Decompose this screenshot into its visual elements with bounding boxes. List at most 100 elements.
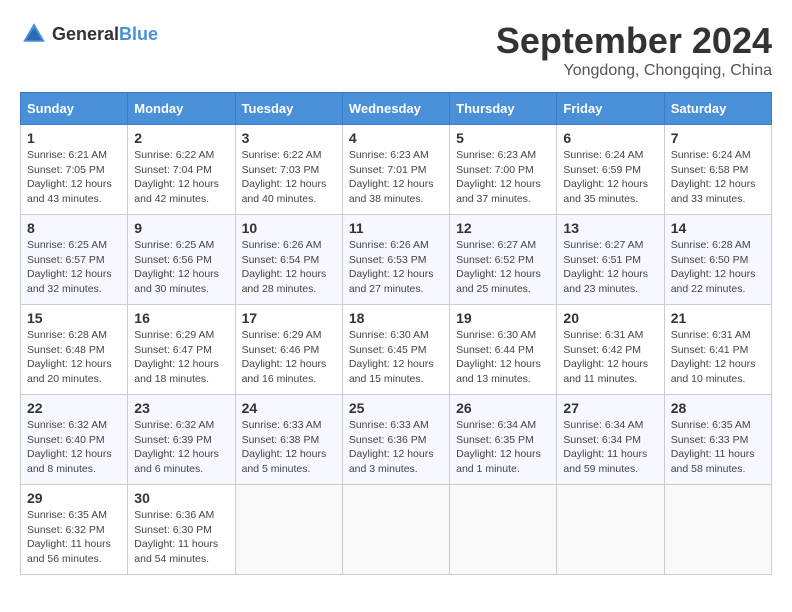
calendar-header: SundayMondayTuesdayWednesdayThursdayFrid… — [21, 93, 772, 125]
day-cell: 21Sunrise: 6:31 AM Sunset: 6:41 PM Dayli… — [664, 305, 771, 395]
day-cell: 16 Sunrise: 6:29 AM Sunset: 6:47 PM Dayli… — [128, 305, 235, 395]
day-number: 15 — [27, 310, 121, 326]
week-row-3: 15 Sunrise: 6:28 AM Sunset: 6:48 PM Dayli… — [21, 305, 772, 395]
logo-text: General Blue — [52, 24, 158, 45]
day-content: Sunrise: 6:23 AM Sunset: 7:01 PM Dayligh… — [349, 148, 443, 207]
header-thursday: Thursday — [450, 93, 557, 125]
day-cell — [235, 485, 342, 575]
day-content: Sunrise: 6:25 AM Sunset: 6:57 PM Dayligh… — [27, 238, 121, 297]
day-cell — [342, 485, 449, 575]
day-content: Sunrise: 6:34 AM Sunset: 6:35 PM Dayligh… — [456, 418, 550, 477]
day-number: 1 — [27, 130, 121, 146]
header-sunday: Sunday — [21, 93, 128, 125]
day-content: Sunrise: 6:34 AM Sunset: 6:34 PM Dayligh… — [563, 418, 657, 477]
day-number: 22 — [27, 400, 121, 416]
day-cell: 27 Sunrise: 6:34 AM Sunset: 6:34 PM Dayli… — [557, 395, 664, 485]
day-number: 18 — [349, 310, 443, 326]
week-row-2: 8 Sunrise: 6:25 AM Sunset: 6:57 PM Daylig… — [21, 215, 772, 305]
day-number: 6 — [563, 130, 657, 146]
day-number: 16 — [134, 310, 228, 326]
calendar-body: 1 Sunrise: 6:21 AM Sunset: 7:05 PM Daylig… — [21, 125, 772, 575]
day-content: Sunrise: 6:22 AM Sunset: 7:04 PM Dayligh… — [134, 148, 228, 207]
day-number: 4 — [349, 130, 443, 146]
logo-general: General — [52, 24, 119, 45]
day-content: Sunrise: 6:31 AM Sunset: 6:41 PM Dayligh… — [671, 328, 765, 387]
day-cell: 13 Sunrise: 6:27 AM Sunset: 6:51 PM Dayli… — [557, 215, 664, 305]
day-number: 14 — [671, 220, 765, 236]
day-content: Sunrise: 6:25 AM Sunset: 6:56 PM Dayligh… — [134, 238, 228, 297]
day-cell: 20Sunrise: 6:31 AM Sunset: 6:42 PM Dayli… — [557, 305, 664, 395]
calendar-table: SundayMondayTuesdayWednesdayThursdayFrid… — [20, 92, 772, 575]
day-cell: 11Sunrise: 6:26 AM Sunset: 6:53 PM Dayli… — [342, 215, 449, 305]
day-number: 17 — [242, 310, 336, 326]
day-number: 8 — [27, 220, 121, 236]
day-cell: 24Sunrise: 6:33 AM Sunset: 6:38 PM Dayli… — [235, 395, 342, 485]
day-cell — [557, 485, 664, 575]
day-cell: 10 Sunrise: 6:26 AM Sunset: 6:54 PM Dayli… — [235, 215, 342, 305]
day-cell: 14 Sunrise: 6:28 AM Sunset: 6:50 PM Dayli… — [664, 215, 771, 305]
day-cell: 25 Sunrise: 6:33 AM Sunset: 6:36 PM Dayli… — [342, 395, 449, 485]
day-cell: 15 Sunrise: 6:28 AM Sunset: 6:48 PM Dayli… — [21, 305, 128, 395]
day-content: Sunrise: 6:21 AM Sunset: 7:05 PM Dayligh… — [27, 148, 121, 207]
day-cell: 26Sunrise: 6:34 AM Sunset: 6:35 PM Dayli… — [450, 395, 557, 485]
location-subtitle: Yongdong, Chongqing, China — [496, 62, 772, 80]
day-cell: 12 Sunrise: 6:27 AM Sunset: 6:52 PM Dayli… — [450, 215, 557, 305]
day-number: 25 — [349, 400, 443, 416]
day-cell: 1 Sunrise: 6:21 AM Sunset: 7:05 PM Daylig… — [21, 125, 128, 215]
day-content: Sunrise: 6:22 AM Sunset: 7:03 PM Dayligh… — [242, 148, 336, 207]
month-title: September 2024 — [496, 20, 772, 62]
day-cell: 7 Sunrise: 6:24 AM Sunset: 6:58 PM Daylig… — [664, 125, 771, 215]
day-cell: 9 Sunrise: 6:25 AM Sunset: 6:56 PM Daylig… — [128, 215, 235, 305]
day-number: 10 — [242, 220, 336, 236]
day-number: 23 — [134, 400, 228, 416]
day-content: Sunrise: 6:32 AM Sunset: 6:39 PM Dayligh… — [134, 418, 228, 477]
week-row-1: 1 Sunrise: 6:21 AM Sunset: 7:05 PM Daylig… — [21, 125, 772, 215]
day-number: 30 — [134, 490, 228, 506]
day-content: Sunrise: 6:31 AM Sunset: 6:42 PM Dayligh… — [563, 328, 657, 387]
day-content: Sunrise: 6:24 AM Sunset: 6:58 PM Dayligh… — [671, 148, 765, 207]
day-content: Sunrise: 6:28 AM Sunset: 6:50 PM Dayligh… — [671, 238, 765, 297]
day-cell: 19 Sunrise: 6:30 AM Sunset: 6:44 PM Dayli… — [450, 305, 557, 395]
day-number: 27 — [563, 400, 657, 416]
header-row: SundayMondayTuesdayWednesdayThursdayFrid… — [21, 93, 772, 125]
day-number: 5 — [456, 130, 550, 146]
day-cell: 3 Sunrise: 6:22 AM Sunset: 7:03 PM Daylig… — [235, 125, 342, 215]
day-cell: 30Sunrise: 6:36 AM Sunset: 6:30 PM Dayli… — [128, 485, 235, 575]
day-number: 13 — [563, 220, 657, 236]
header-tuesday: Tuesday — [235, 93, 342, 125]
header-wednesday: Wednesday — [342, 93, 449, 125]
day-number: 19 — [456, 310, 550, 326]
day-content: Sunrise: 6:27 AM Sunset: 6:52 PM Dayligh… — [456, 238, 550, 297]
title-section: September 2024 Yongdong, Chongqing, Chin… — [496, 20, 772, 80]
day-cell: 2 Sunrise: 6:22 AM Sunset: 7:04 PM Daylig… — [128, 125, 235, 215]
day-content: Sunrise: 6:27 AM Sunset: 6:51 PM Dayligh… — [563, 238, 657, 297]
day-cell: 5Sunrise: 6:23 AM Sunset: 7:00 PM Daylig… — [450, 125, 557, 215]
logo: General Blue — [20, 20, 158, 48]
day-number: 7 — [671, 130, 765, 146]
week-row-4: 22Sunrise: 6:32 AM Sunset: 6:40 PM Dayli… — [21, 395, 772, 485]
day-number: 9 — [134, 220, 228, 236]
day-content: Sunrise: 6:29 AM Sunset: 6:46 PM Dayligh… — [242, 328, 336, 387]
day-content: Sunrise: 6:33 AM Sunset: 6:36 PM Dayligh… — [349, 418, 443, 477]
day-content: Sunrise: 6:28 AM Sunset: 6:48 PM Dayligh… — [27, 328, 121, 387]
day-cell: 4 Sunrise: 6:23 AM Sunset: 7:01 PM Daylig… — [342, 125, 449, 215]
day-number: 29 — [27, 490, 121, 506]
header-monday: Monday — [128, 93, 235, 125]
day-number: 24 — [242, 400, 336, 416]
day-number: 2 — [134, 130, 228, 146]
day-cell: 17 Sunrise: 6:29 AM Sunset: 6:46 PM Dayli… — [235, 305, 342, 395]
logo-blue: Blue — [119, 24, 158, 45]
day-number: 28 — [671, 400, 765, 416]
day-content: Sunrise: 6:30 AM Sunset: 6:44 PM Dayligh… — [456, 328, 550, 387]
day-cell: 18 Sunrise: 6:30 AM Sunset: 6:45 PM Dayli… — [342, 305, 449, 395]
header-friday: Friday — [557, 93, 664, 125]
day-cell: 22Sunrise: 6:32 AM Sunset: 6:40 PM Dayli… — [21, 395, 128, 485]
day-number: 3 — [242, 130, 336, 146]
page-header: General Blue September 2024 Yongdong, Ch… — [20, 20, 772, 80]
day-content: Sunrise: 6:26 AM Sunset: 6:54 PM Dayligh… — [242, 238, 336, 297]
day-content: Sunrise: 6:30 AM Sunset: 6:45 PM Dayligh… — [349, 328, 443, 387]
day-content: Sunrise: 6:24 AM Sunset: 6:59 PM Dayligh… — [563, 148, 657, 207]
day-number: 12 — [456, 220, 550, 236]
logo-icon — [20, 20, 48, 48]
day-content: Sunrise: 6:29 AM Sunset: 6:47 PM Dayligh… — [134, 328, 228, 387]
